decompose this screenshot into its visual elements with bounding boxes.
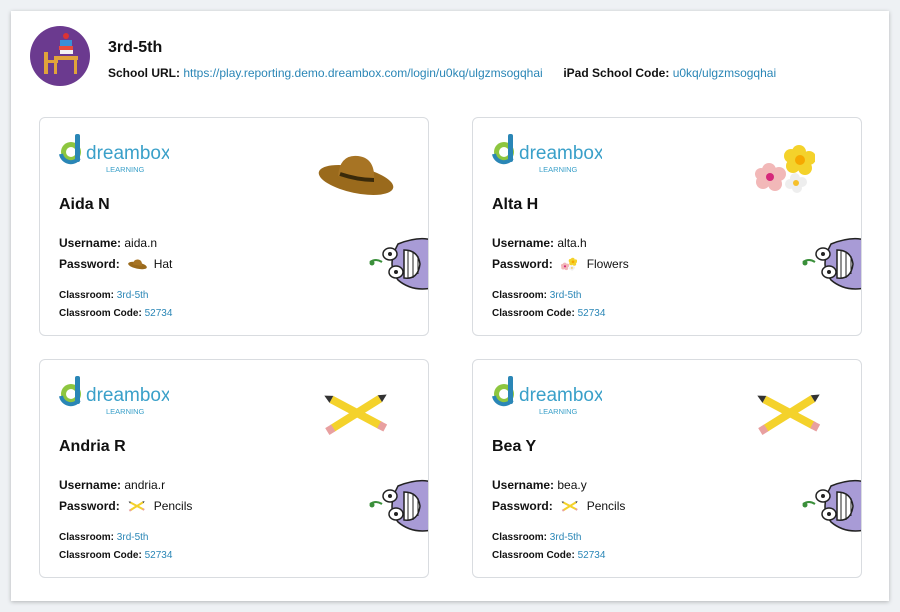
monster-mascot-icon [369, 237, 428, 290]
school-url-link[interactable]: https://play.reporting.demo.dreambox.com… [183, 66, 542, 80]
logo-sub-text: LEARNING [539, 407, 578, 416]
logo-brand-text: dreambox [519, 143, 602, 164]
classroom-code-value: 52734 [144, 308, 173, 319]
monster-mascot-icon [802, 237, 861, 290]
classroom-code-row: Classroom Code: 52734 [59, 550, 172, 561]
password-pencils-icon [128, 499, 148, 513]
pencils-icon [322, 388, 392, 443]
school-url-label: School URL: [108, 66, 180, 80]
password-row: Password: Pencils [59, 499, 192, 513]
classroom-value: 3rd-5th [549, 532, 582, 543]
dreambox-logo: dreambox LEARNING [492, 376, 602, 416]
username-value: aida.n [124, 236, 158, 250]
monster-mascot-icon [802, 479, 861, 532]
class-avatar-icon [30, 26, 90, 86]
classroom-row: Classroom: 3rd-5th [59, 290, 148, 301]
password-label: Password: [59, 499, 120, 513]
classroom-code-label: Classroom Code: [492, 308, 575, 319]
student-card: dreambox LEARNING Aida N Username: aida.… [39, 117, 429, 336]
classroom-code-label: Classroom Code: [59, 308, 142, 319]
classroom-code-value: 52734 [577, 308, 606, 319]
hat-icon [318, 146, 398, 207]
student-card: dreambox LEARNING Bea Y Username: bea.y … [472, 359, 862, 578]
class-title: 3rd-5th [108, 39, 163, 56]
classroom-code-row: Classroom Code: 52734 [492, 308, 605, 319]
password-value: Pencils [153, 499, 193, 513]
password-row: Password: Pencils [492, 499, 625, 513]
student-name: Bea Y [492, 438, 537, 455]
username-label: Username: [59, 478, 122, 492]
classroom-label: Classroom: [492, 290, 548, 301]
username-row: Username: bea.y [492, 478, 587, 492]
classroom-row: Classroom: 3rd-5th [492, 532, 581, 543]
student-name: Andria R [59, 438, 126, 455]
class-header: 3rd-5th School URL: https://play.reporti… [30, 26, 879, 88]
password-label: Password: [492, 499, 553, 513]
student-name: Aida N [59, 196, 110, 213]
classroom-row: Classroom: 3rd-5th [59, 532, 148, 543]
password-label: Password: [59, 257, 120, 271]
ipad-code-link[interactable]: u0kq/ulgzmsogqhai [673, 66, 776, 80]
student-name: Alta H [492, 196, 539, 213]
logo-sub-text: LEARNING [539, 165, 578, 174]
username-row: Username: andria.r [59, 478, 165, 492]
password-row: Password: Hat [59, 257, 172, 271]
password-flowers-icon [560, 257, 581, 271]
username-label: Username: [492, 478, 555, 492]
logo-sub-text: LEARNING [106, 165, 145, 174]
username-label: Username: [59, 236, 122, 250]
username-row: Username: aida.n [59, 236, 157, 250]
pencils-icon [755, 388, 825, 443]
classroom-code-row: Classroom Code: 52734 [59, 308, 172, 319]
logo-brand-text: dreambox [519, 385, 602, 406]
classroom-code-label: Classroom Code: [492, 550, 575, 561]
username-value: andria.r [124, 478, 166, 492]
classroom-label: Classroom: [59, 532, 115, 543]
classroom-code-label: Classroom Code: [59, 550, 142, 561]
student-card: dreambox LEARNING Alta H Username: alta.… [472, 117, 862, 336]
dreambox-logo: dreambox LEARNING [59, 134, 169, 174]
classroom-code-value: 52734 [144, 550, 173, 561]
password-value: Flowers [586, 257, 629, 271]
ipad-code-label: iPad School Code: [563, 66, 670, 80]
logo-brand-text: dreambox [86, 385, 169, 406]
school-url-line: School URL: https://play.reporting.demo.… [108, 66, 776, 80]
dreambox-logo: dreambox LEARNING [59, 376, 169, 416]
classroom-row: Classroom: 3rd-5th [492, 290, 581, 301]
classroom-code-value: 52734 [577, 550, 606, 561]
password-value: Pencils [586, 499, 626, 513]
classroom-code-row: Classroom Code: 52734 [492, 550, 605, 561]
logo-sub-text: LEARNING [106, 407, 145, 416]
login-card-sheet: 3rd-5th School URL: https://play.reporti… [11, 11, 889, 601]
password-pencils-icon [561, 499, 581, 513]
classroom-label: Classroom: [492, 532, 548, 543]
flowers-icon [755, 142, 816, 207]
student-card: dreambox LEARNING Andria R Username: and… [39, 359, 429, 578]
classroom-value: 3rd-5th [549, 290, 582, 301]
username-label: Username: [492, 236, 555, 250]
password-value: Hat [153, 257, 173, 271]
username-value: bea.y [557, 478, 587, 492]
password-row: Password: Flowers [492, 257, 629, 271]
classroom-value: 3rd-5th [116, 290, 149, 301]
classroom-value: 3rd-5th [116, 532, 149, 543]
logo-brand-text: dreambox [86, 143, 169, 164]
dreambox-logo: dreambox LEARNING [492, 134, 602, 174]
password-label: Password: [492, 257, 553, 271]
username-value: alta.h [557, 236, 587, 250]
monster-mascot-icon [369, 479, 428, 532]
password-hat-icon [127, 257, 148, 271]
classroom-label: Classroom: [59, 290, 115, 301]
username-row: Username: alta.h [492, 236, 587, 250]
